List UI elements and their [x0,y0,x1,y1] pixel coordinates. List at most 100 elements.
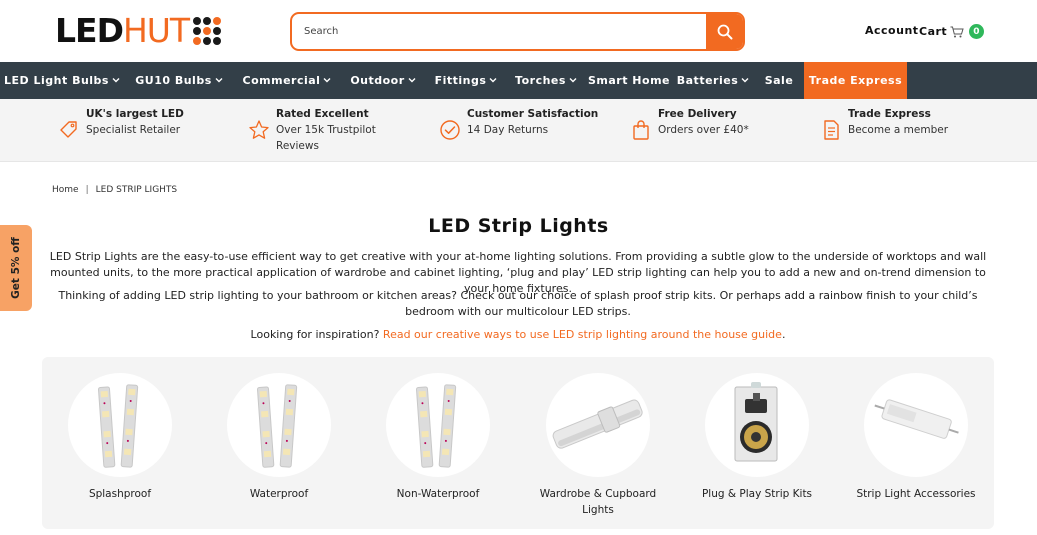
logo-text-led: LED [55,11,124,50]
chevron-down-icon [408,76,416,85]
nav-item-smart-home[interactable]: Smart Home [586,62,672,99]
nav-item-batteries[interactable]: Batteries [672,62,754,99]
nav-item-torches[interactable]: Torches [506,62,586,99]
category-waterproof[interactable]: Waterproof [209,373,349,502]
nav-item-label: Smart Home [587,74,670,87]
secondary-paragraph: Thinking of adding LED strip lighting to… [58,289,978,318]
category-image [705,373,809,477]
tag-icon [60,121,77,138]
nav-item-sale[interactable]: Sale [754,62,804,99]
led-strip-image [98,384,139,468]
site-logo[interactable]: LED HUT [55,11,222,50]
nav-item-led-light-bulbs[interactable]: LED Light Bulbs [0,62,124,99]
category-plug-play-kits[interactable]: Plug & Play Strip Kits [687,373,827,502]
main-navigation: LED Light Bulbs GU10 Bulbs Commercial Outdo… [0,62,1037,99]
nav-item-label: Commercial [242,74,321,87]
document-icon [824,120,839,140]
search-icon [717,24,732,39]
cart-count-badge: 0 [969,24,985,39]
inspiration-prefix: Looking for inspiration? [250,328,383,341]
category-label: Wardrobe & Cupboard Lights [539,488,657,516]
usp-item-largest-retailer: UK's largest LED Specialist Retailer [58,106,184,141]
category-strip-accessories[interactable]: Strip Light Accessories [846,373,986,502]
breadcrumb: Home | LED STRIP LIGHTS [52,185,177,195]
led-strip-image [416,384,457,468]
chevron-down-icon [741,76,749,85]
search-button[interactable] [706,14,743,49]
usp-bar: UK's largest LED Specialist Retailer Rate… [0,99,1037,162]
logo-dots-icon [193,17,222,45]
usp-text: Specialist Retailer [86,124,181,136]
usp-title: UK's largest LED [86,108,184,120]
cabinet-light-bar-image [552,399,643,449]
nav-item-outdoor[interactable]: Outdoor [340,62,426,99]
nav-item-label: Fittings [434,74,487,87]
logo-text-hut: HUT [122,11,190,50]
category-image [68,373,172,477]
category-image [546,373,650,477]
breadcrumb-current: LED STRIP LIGHTS [95,185,178,195]
chevron-down-icon [489,76,497,85]
nav-item-fittings[interactable]: Fittings [426,62,506,99]
search-input[interactable] [304,14,704,49]
nav-item-label: LED Light Bulbs [4,74,109,87]
chevron-down-icon [215,76,223,85]
usp-item-trustpilot: Rated Excellent Over 15k Trustpilot Revie… [248,106,386,154]
cart-link[interactable]: Cart 0 [919,24,985,39]
nav-item-gu10-bulbs[interactable]: GU10 Bulbs [124,62,234,99]
category-image [864,373,968,477]
category-label: Splashproof [88,488,152,500]
category-image [227,373,331,477]
nav-item-label: Batteries [676,74,739,87]
cart-icon [950,26,964,37]
discount-side-tab[interactable]: Get 5% off [0,225,32,311]
nav-item-label: Trade Express [808,74,903,87]
category-label: Plug & Play Strip Kits [701,488,813,500]
search-bar [290,12,745,51]
strip-kit-package-image [734,382,778,462]
chevron-down-icon [323,76,331,85]
category-splashproof[interactable]: Splashproof [50,373,190,502]
usp-title: Free Delivery [658,108,737,120]
nav-item-commercial[interactable]: Commercial [234,62,340,99]
discount-tab-label: Get 5% off [10,237,22,299]
usp-item-trade-express[interactable]: Trade Express Become a member [820,106,948,141]
usp-title: Rated Excellent [276,108,369,120]
breadcrumb-separator: | [85,185,89,195]
account-link[interactable]: Account [865,24,919,37]
inspiration-paragraph: Looking for inspiration? Read our creati… [48,327,988,343]
chevron-down-icon [569,76,577,85]
category-image [386,373,490,477]
breadcrumb-home[interactable]: Home [52,185,79,195]
nav-item-label: Torches [515,74,566,87]
inspiration-suffix: . [781,328,786,341]
usp-item-returns: Customer Satisfaction 14 Day Returns [439,106,598,141]
site-header: LEDHUT Account Cart 0 [0,0,1037,62]
category-label: Strip Light Accessories [856,488,976,500]
usp-item-free-delivery: Free Delivery Orders over £40* [630,106,749,141]
nav-item-label: GU10 Bulbs [135,74,212,87]
category-wardrobe-cupboard[interactable]: Wardrobe & Cupboard Lights [528,373,668,518]
nav-item-label: Outdoor [350,74,405,87]
category-label: Non-Waterproof [396,488,480,500]
nav-item-label: Sale [764,74,794,87]
cart-label: Cart [919,25,948,38]
category-label: Waterproof [249,488,309,500]
star-icon [249,120,269,139]
usp-text: Orders over £40* [658,124,749,136]
page-title: LED Strip Lights [428,215,609,237]
usp-text: 14 Day Returns [467,124,549,136]
category-non-waterproof[interactable]: Non-Waterproof [368,373,508,502]
shopping-bag-icon [633,120,649,140]
nav-item-trade-express[interactable]: Trade Express [804,62,907,99]
category-panel: Splashproof Waterproof Non-Waterproof Wa… [42,357,994,529]
usp-text: Over 15k Trustpilot Reviews [276,124,376,152]
led-strip-image [257,384,298,468]
chevron-down-icon [112,76,120,85]
check-circle-icon [440,120,460,140]
usp-title: Trade Express [848,108,931,120]
inspiration-guide-link[interactable]: Read our creative ways to use LED strip … [383,328,782,341]
led-driver-image [874,399,959,439]
usp-text: Become a member [848,124,949,136]
usp-title: Customer Satisfaction [467,108,599,120]
